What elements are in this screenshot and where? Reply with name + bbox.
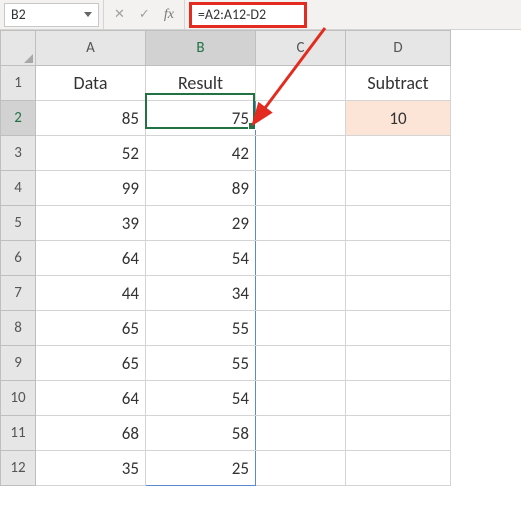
cell-D2[interactable]: 10 xyxy=(346,101,451,136)
row-header[interactable]: 1 xyxy=(1,66,36,101)
fx-icon[interactable]: fx xyxy=(164,7,174,23)
cell[interactable]: 65 xyxy=(36,311,146,346)
row-header[interactable]: 5 xyxy=(1,206,36,241)
cell[interactable] xyxy=(256,136,346,171)
row-header[interactable]: 6 xyxy=(1,241,36,276)
cell[interactable]: 55 xyxy=(146,346,256,381)
cell[interactable] xyxy=(256,206,346,241)
cell-B2-active[interactable]: 75 xyxy=(146,101,256,136)
spreadsheet: A B C D 1 Data Result Subtract 2 85 75 1… xyxy=(0,30,521,486)
cell-B1[interactable]: Result xyxy=(146,66,256,101)
cell[interactable] xyxy=(256,276,346,311)
cell[interactable] xyxy=(256,101,346,136)
cell[interactable] xyxy=(256,451,346,486)
cell[interactable] xyxy=(346,136,451,171)
cell[interactable]: 64 xyxy=(36,241,146,276)
row-header[interactable]: 10 xyxy=(1,381,36,416)
cell[interactable] xyxy=(346,346,451,381)
confirm-icon[interactable]: ✓ xyxy=(139,7,150,22)
table-row: 11 68 58 xyxy=(1,416,451,451)
col-header-D[interactable]: D xyxy=(346,31,451,66)
cell[interactable] xyxy=(346,206,451,241)
cell[interactable]: 54 xyxy=(146,241,256,276)
chevron-down-icon[interactable] xyxy=(84,12,92,17)
col-header-C[interactable]: C xyxy=(256,31,346,66)
table-row: 3 52 42 xyxy=(1,136,451,171)
table-row: 6 64 54 xyxy=(1,241,451,276)
row-header[interactable]: 12 xyxy=(1,451,36,486)
cell[interactable]: 25 xyxy=(146,451,256,486)
cell[interactable] xyxy=(256,241,346,276)
name-box[interactable]: B2 xyxy=(4,3,99,27)
table-row: 9 65 55 xyxy=(1,346,451,381)
cell[interactable]: 34 xyxy=(146,276,256,311)
table-row: 1 Data Result Subtract xyxy=(1,66,451,101)
cell[interactable] xyxy=(256,416,346,451)
table-row: 8 65 55 xyxy=(1,311,451,346)
cell[interactable] xyxy=(256,346,346,381)
formula-text: =A2:A12-D2 xyxy=(198,6,266,23)
cell[interactable]: 54 xyxy=(146,381,256,416)
cell[interactable] xyxy=(346,276,451,311)
cell[interactable] xyxy=(256,171,346,206)
cell[interactable] xyxy=(346,241,451,276)
cell[interactable]: 68 xyxy=(36,416,146,451)
cell[interactable] xyxy=(346,451,451,486)
cell[interactable]: 39 xyxy=(36,206,146,241)
row-header[interactable]: 2 xyxy=(1,101,36,136)
table-row: 2 85 75 10 xyxy=(1,101,451,136)
cell[interactable] xyxy=(346,381,451,416)
cell[interactable]: 58 xyxy=(146,416,256,451)
cell[interactable]: 35 xyxy=(36,451,146,486)
name-box-value: B2 xyxy=(11,6,26,23)
cell[interactable]: 99 xyxy=(36,171,146,206)
cell[interactable]: 55 xyxy=(146,311,256,346)
cell-A1[interactable]: Data xyxy=(36,66,146,101)
row-header[interactable]: 9 xyxy=(1,346,36,381)
row-header[interactable]: 3 xyxy=(1,136,36,171)
cell[interactable]: 44 xyxy=(36,276,146,311)
cancel-icon[interactable]: ✕ xyxy=(114,7,125,22)
cell-C1[interactable] xyxy=(256,66,346,101)
formula-bar: B2 ✕ ✓ fx =A2:A12-D2 xyxy=(0,0,521,30)
row-header[interactable]: 11 xyxy=(1,416,36,451)
row-header[interactable]: 7 xyxy=(1,276,36,311)
cell[interactable]: 85 xyxy=(36,101,146,136)
table-row: 5 39 29 xyxy=(1,206,451,241)
cell[interactable]: 29 xyxy=(146,206,256,241)
table-row: 4 99 89 xyxy=(1,171,451,206)
cell[interactable] xyxy=(346,171,451,206)
table-row: 12 35 25 xyxy=(1,451,451,486)
cell[interactable]: 65 xyxy=(36,346,146,381)
cell[interactable]: 89 xyxy=(146,171,256,206)
cell[interactable] xyxy=(346,416,451,451)
table-row: 10 64 54 xyxy=(1,381,451,416)
grid[interactable]: A B C D 1 Data Result Subtract 2 85 75 1… xyxy=(0,30,451,486)
col-header-B[interactable]: B xyxy=(146,31,256,66)
formula-bar-buttons: ✕ ✓ fx xyxy=(103,0,185,29)
cell-D1[interactable]: Subtract xyxy=(346,66,451,101)
cell[interactable] xyxy=(256,311,346,346)
cell[interactable]: 42 xyxy=(146,136,256,171)
row-header[interactable]: 4 xyxy=(1,171,36,206)
col-header-A[interactable]: A xyxy=(36,31,146,66)
select-all-corner[interactable] xyxy=(1,31,36,66)
cell[interactable]: 52 xyxy=(36,136,146,171)
cell[interactable]: 64 xyxy=(36,381,146,416)
table-row: 7 44 34 xyxy=(1,276,451,311)
formula-input[interactable]: =A2:A12-D2 xyxy=(189,2,307,28)
cell[interactable] xyxy=(346,311,451,346)
row-header[interactable]: 8 xyxy=(1,311,36,346)
cell[interactable] xyxy=(256,381,346,416)
